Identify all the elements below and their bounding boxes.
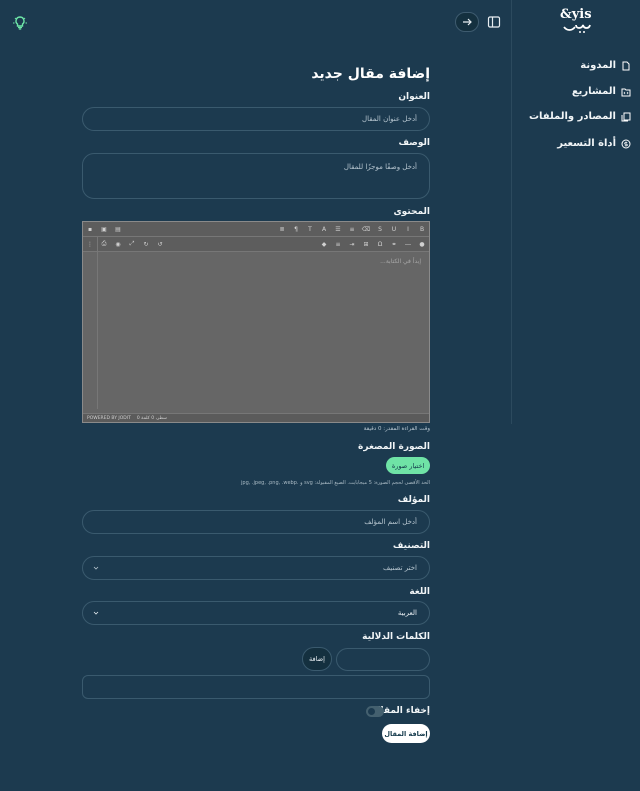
more-icon[interactable]: ⋮ bbox=[83, 241, 97, 248]
sidebar-divider bbox=[511, 0, 512, 424]
italic-icon[interactable]: I bbox=[401, 226, 415, 233]
sidebar-item-resources[interactable]: المصادر والملفات bbox=[529, 111, 631, 122]
video-icon[interactable]: ▪ bbox=[83, 226, 97, 233]
sidebar-toggle-icon[interactable] bbox=[486, 14, 502, 30]
keywords-label: الكلمات الدلالية bbox=[362, 632, 430, 642]
editor-toolbar-row-2: ⋮ ⎙ ◉ ⤢ ↻ ↺ ◆ ≡ ⇥ ⊞ Ω ⚭ ― ● bbox=[83, 237, 429, 252]
table-icon[interactable]: ⊞ bbox=[359, 241, 373, 248]
content-label: المحتوى bbox=[393, 207, 430, 217]
document-icon bbox=[622, 61, 630, 70]
category-label: التصنيف bbox=[392, 541, 430, 551]
list-icon[interactable]: ≣ bbox=[275, 226, 289, 233]
editor-counts: 0 سطر، 0 كلمة bbox=[136, 415, 167, 421]
title-label: العنوان bbox=[398, 92, 430, 102]
author-label: المؤلف bbox=[397, 495, 430, 505]
site-logo[interactable]: &yis bbox=[558, 5, 594, 35]
strikethrough-icon[interactable]: S bbox=[373, 226, 387, 233]
hide-article-toggle[interactable] bbox=[366, 706, 384, 717]
dollar-circle-icon bbox=[621, 139, 631, 148]
keyword-input[interactable] bbox=[336, 648, 430, 671]
mic-icon[interactable]: ● bbox=[415, 241, 429, 248]
keywords-list bbox=[82, 675, 430, 699]
preview-icon[interactable]: ◉ bbox=[111, 241, 125, 248]
chevron-down-icon bbox=[93, 611, 99, 615]
add-keyword-button[interactable]: إضافة bbox=[302, 647, 332, 671]
sidebar-item-pricing[interactable]: أداة التسعير bbox=[557, 138, 631, 149]
language-label: اللغة bbox=[409, 587, 430, 597]
editor-statusbar: POWERED BY JODIT 0 سطر، 0 كلمة bbox=[83, 413, 429, 422]
print-icon[interactable]: ⎙ bbox=[97, 240, 111, 248]
sidebar-item-blog[interactable]: المدونة bbox=[580, 60, 631, 71]
indent-icon[interactable]: ⇥ bbox=[345, 241, 359, 248]
eraser-icon[interactable]: ⌫ bbox=[359, 226, 373, 233]
sidebar-item-label: المصادر والملفات bbox=[528, 111, 616, 122]
files-icon bbox=[621, 112, 631, 121]
fullscreen-icon[interactable]: ⤢ bbox=[125, 240, 139, 248]
description-label: الوصف bbox=[398, 138, 430, 148]
read-time: وقت القراءة المقدر: 0 دقيقة bbox=[363, 426, 430, 432]
submit-article-button[interactable]: إضافة المقال bbox=[382, 724, 430, 743]
thumbnail-label: الصورة المصغرة bbox=[358, 442, 430, 452]
title-placeholder: أدخل عنوان المقال bbox=[361, 115, 417, 123]
align-icon[interactable]: ≡ bbox=[331, 241, 345, 248]
sidebar-item-label: المشاريع bbox=[571, 86, 616, 97]
color-icon[interactable]: ◆ bbox=[317, 241, 331, 248]
description-placeholder: أدخل وصفًا موجزًا للمقال bbox=[343, 163, 417, 171]
undo-icon[interactable]: ↺ bbox=[153, 241, 167, 248]
redo-icon[interactable]: ↻ bbox=[139, 241, 153, 248]
bold-icon[interactable]: B bbox=[415, 226, 429, 233]
arrow-right-icon bbox=[463, 18, 472, 26]
rich-text-editor[interactable]: ▪ ▣ ▤ ≣ ¶ T A ☰ ≡ ⌫ S U I B ⋮ ⎙ ◉ ⤢ ↻ ↺ … bbox=[82, 221, 430, 423]
sidebar-item-label: المدونة bbox=[580, 60, 616, 71]
forward-button[interactable] bbox=[455, 12, 479, 32]
sidebar-item-projects[interactable]: المشاريع bbox=[572, 86, 631, 97]
symbol-icon[interactable]: Ω bbox=[373, 241, 387, 248]
language-select[interactable]: العربية bbox=[82, 601, 430, 625]
paragraph-icon[interactable]: ¶ bbox=[289, 226, 303, 233]
editor-toolbar-row-1: ▪ ▣ ▤ ≣ ¶ T A ☰ ≡ ⌫ S U I B bbox=[83, 222, 429, 237]
file-icon[interactable]: ▤ bbox=[111, 226, 125, 233]
author-placeholder: أدخل اسم المؤلف bbox=[364, 518, 417, 526]
editor-powered-by[interactable]: POWERED BY JODIT bbox=[87, 416, 131, 421]
sidebar-item-label: أداة التسعير bbox=[557, 138, 616, 149]
category-placeholder: اختر تصنيف bbox=[383, 564, 417, 572]
folder-code-icon bbox=[621, 88, 631, 96]
underline-icon[interactable]: U bbox=[387, 226, 401, 233]
page-title: إضافة مقال جديد bbox=[311, 66, 430, 82]
lightbulb-icon[interactable] bbox=[12, 15, 28, 31]
link-icon[interactable]: ⚭ bbox=[387, 241, 401, 248]
toggle-knob bbox=[368, 708, 375, 715]
author-input[interactable]: أدخل اسم المؤلف bbox=[82, 510, 430, 534]
font-icon[interactable]: A bbox=[317, 226, 331, 233]
editor-gutter bbox=[97, 237, 98, 409]
description-textarea[interactable]: أدخل وصفًا موجزًا للمقال bbox=[82, 153, 430, 199]
choose-image-button[interactable]: اختيار صورة bbox=[386, 457, 430, 474]
editor-placeholder: إبدأ في الكتابة... bbox=[380, 258, 421, 265]
image-icon[interactable]: ▣ bbox=[97, 226, 111, 233]
ordered-list-icon[interactable]: ☰ bbox=[331, 226, 345, 233]
svg-text:&yis: &yis bbox=[560, 7, 592, 22]
title-input[interactable]: أدخل عنوان المقال bbox=[82, 107, 430, 131]
font-size-icon[interactable]: T bbox=[303, 226, 317, 233]
language-value: العربية bbox=[397, 609, 417, 617]
hr-icon[interactable]: ― bbox=[401, 241, 415, 248]
chevron-down-icon bbox=[93, 566, 99, 570]
image-hint: الحد الأقصى لحجم الصورة: 5 ميجابايت. الص… bbox=[241, 480, 430, 486]
category-select[interactable]: اختر تصنيف bbox=[82, 556, 430, 580]
unordered-list-icon[interactable]: ≡ bbox=[345, 226, 359, 233]
